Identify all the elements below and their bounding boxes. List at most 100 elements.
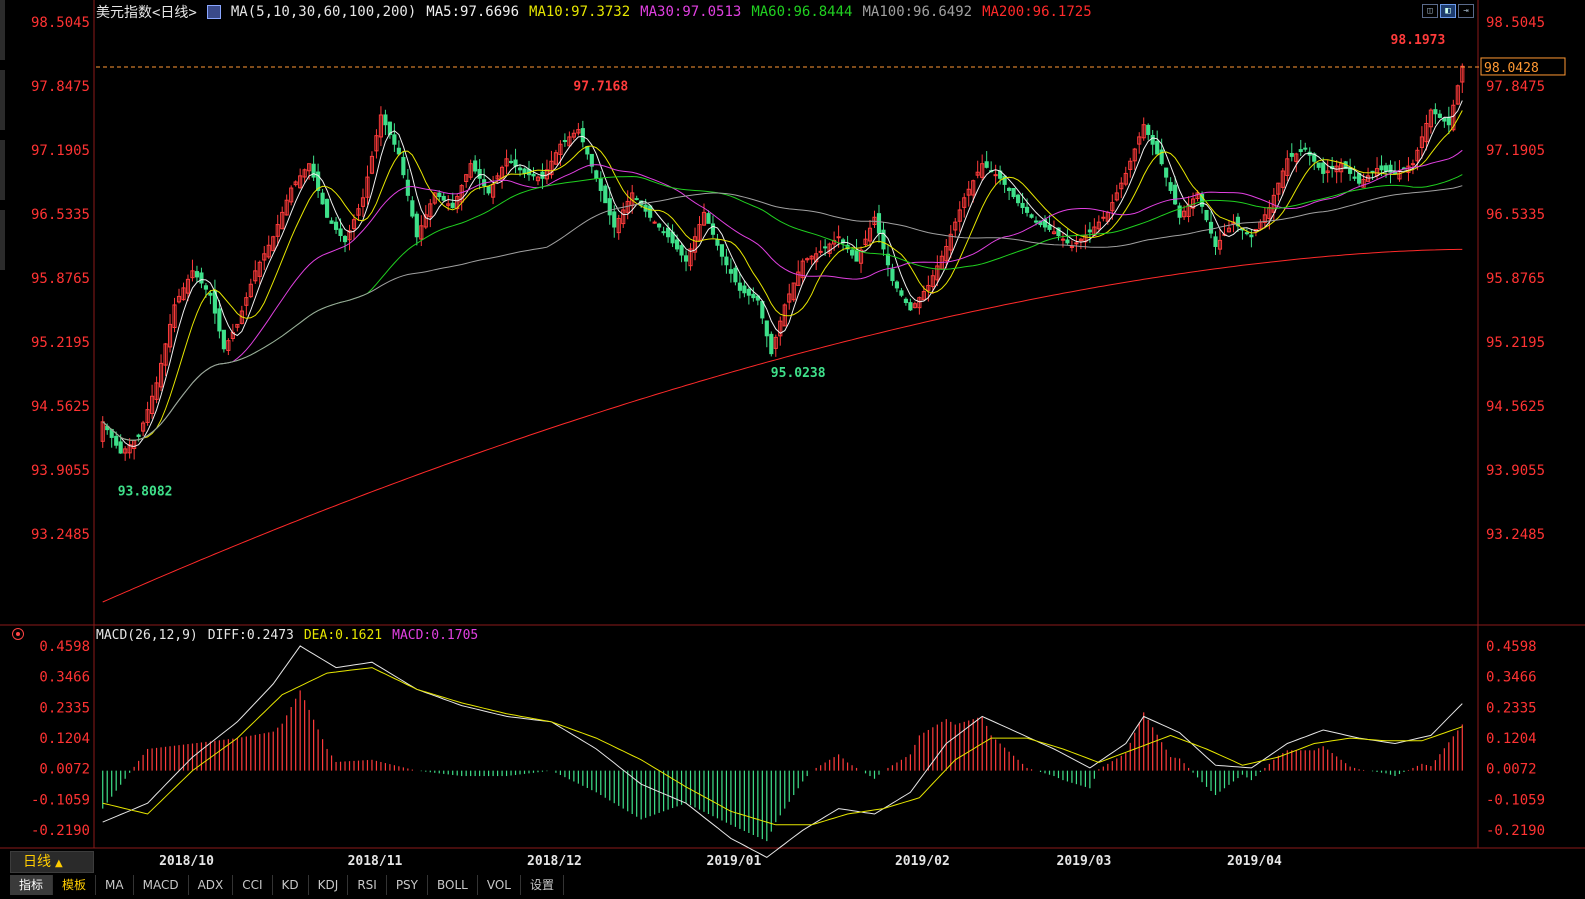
tab-settings[interactable]: 设置 <box>521 875 564 895</box>
candle-body <box>769 333 774 355</box>
candle-body <box>746 288 751 296</box>
price-tick-label-right: 97.8475 <box>1486 79 1545 95</box>
macd-diff-value: DIFF:0.2473 <box>207 627 294 643</box>
tab-template[interactable]: 模板 <box>53 875 97 895</box>
candle-body <box>1383 165 1389 172</box>
macd-dea-value: DEA:0.1621 <box>303 627 383 643</box>
candle-body <box>114 435 119 446</box>
candle-body <box>1146 124 1151 135</box>
price-tick-label-right: 96.5335 <box>1486 207 1545 223</box>
tab-indicator[interactable]: 指标 <box>10 875 54 895</box>
expand-icon[interactable]: ⇥ <box>1458 4 1474 18</box>
ma10-value: MA10:97.3732 <box>529 4 631 20</box>
candle-body <box>531 173 536 177</box>
candle-body <box>1155 140 1160 155</box>
price-tick-label-right: 95.8765 <box>1486 271 1545 287</box>
candle-body <box>1352 176 1357 179</box>
x-tick-label: 2018/11 <box>348 854 403 869</box>
panel-icon[interactable]: ◫ <box>1422 4 1438 18</box>
candle-body <box>1446 116 1451 126</box>
macd-tick-label-right: 0.0072 <box>1486 762 1537 778</box>
candle-body <box>607 198 612 216</box>
candle-body <box>1029 214 1034 218</box>
candle-body <box>1379 165 1384 171</box>
candle-body <box>764 320 769 337</box>
candle-body <box>450 202 455 209</box>
candle-body <box>899 290 904 296</box>
tab-ma[interactable]: MA <box>96 875 134 895</box>
candle-body <box>984 161 989 168</box>
x-tick-label: 2019/04 <box>1227 854 1282 869</box>
candle-body <box>733 267 738 283</box>
candle-body <box>383 114 388 126</box>
candle-body <box>410 200 415 217</box>
tab-kdj[interactable]: KDJ <box>309 875 349 895</box>
candle-body <box>1410 163 1416 166</box>
candlestick-chart[interactable]: 98.5045 98.5045 97.8475 97.8475 97.1905 97.19… <box>0 0 1585 895</box>
tab-kd[interactable]: KD <box>273 875 309 895</box>
candle-body <box>706 213 711 224</box>
ma100-value: MA100:96.6492 <box>862 4 973 20</box>
candle-body <box>1442 117 1447 122</box>
candle-body <box>1150 135 1155 145</box>
high-annotation: 98.1973 <box>1391 33 1446 48</box>
candle-body <box>885 253 891 266</box>
tab-cci[interactable]: CCI <box>233 875 273 895</box>
tab-macd[interactable]: MACD <box>134 875 189 895</box>
macd-params-label[interactable]: MACD(26,12,9) <box>96 628 198 643</box>
candle-body <box>396 147 401 155</box>
candle-body <box>1020 202 1025 209</box>
tab-vol[interactable]: VOL <box>478 875 521 895</box>
candle-body <box>508 160 514 163</box>
candle-body <box>594 170 599 179</box>
candle-body <box>661 231 666 234</box>
candle-body <box>648 205 653 218</box>
caret-up-icon: ▲ <box>55 858 63 869</box>
period-selector-button[interactable]: 日线 ▲ <box>10 851 94 873</box>
mid-high-annotation: 97.7168 <box>573 80 628 95</box>
tab-rsi[interactable]: RSI <box>348 875 387 895</box>
candle-body <box>585 146 590 155</box>
ma-indicator-icon[interactable] <box>206 5 221 19</box>
price-tick-label-left: 93.2485 <box>31 527 90 543</box>
ma60-value: MA60:96.8444 <box>751 4 853 20</box>
macd-tick-label-left: 0.2335 <box>39 700 90 716</box>
candle-body <box>894 281 900 289</box>
x-tick-label: 2019/03 <box>1057 854 1112 869</box>
macd-settings-icon[interactable] <box>12 628 24 640</box>
candle-body <box>477 168 482 179</box>
ma200-value: MA200:96.1725 <box>982 4 1092 20</box>
ma-legend-bar: 美元指数<日线> MA(5,10,30,60,100,200) MA5:97.6… <box>96 2 1092 22</box>
candle-body <box>908 302 913 311</box>
candle-body <box>118 441 123 454</box>
layout-icon[interactable]: ◧ <box>1440 4 1456 18</box>
price-tick-label-right: 94.5625 <box>1486 399 1545 415</box>
candle-body <box>683 255 689 262</box>
price-tick-label-left: 95.8765 <box>31 271 90 287</box>
candle-body <box>221 329 226 350</box>
candle-body <box>674 239 680 250</box>
ma5-value: MA5:97.6696 <box>426 4 520 20</box>
price-tick-label-left: 96.5335 <box>31 207 90 223</box>
candle-body <box>634 198 639 201</box>
candle-body <box>890 268 895 282</box>
ma200-line <box>102 248 1463 603</box>
macd-tick-label-right: -0.2190 <box>1486 823 1545 839</box>
tab-psy[interactable]: PSY <box>387 875 428 895</box>
instrument-title[interactable]: 美元指数<日线> <box>96 2 197 22</box>
ma-params-label[interactable]: MA(5,10,30,60,100,200) <box>231 4 416 20</box>
candle-body <box>1024 206 1030 213</box>
price-tick-label-right: 93.9055 <box>1486 463 1545 479</box>
candle-body <box>760 300 765 319</box>
tab-adx[interactable]: ADX <box>189 875 234 895</box>
price-tick-label-left: 95.2195 <box>31 335 90 351</box>
price-tick-label-right: 93.2485 <box>1486 527 1545 543</box>
tab-boll[interactable]: BOLL <box>428 875 478 895</box>
candle-body <box>1065 239 1070 244</box>
candle-body <box>854 249 859 262</box>
candle-body <box>1164 167 1169 178</box>
candle-body <box>1289 153 1294 157</box>
macd-tick-label-right: -0.1059 <box>1486 792 1545 808</box>
indicator-tab-bar: 指标 模板 MA MACD ADX CCI KD KDJ RSI PSY BOL… <box>10 875 1585 895</box>
candle-body <box>679 245 684 256</box>
